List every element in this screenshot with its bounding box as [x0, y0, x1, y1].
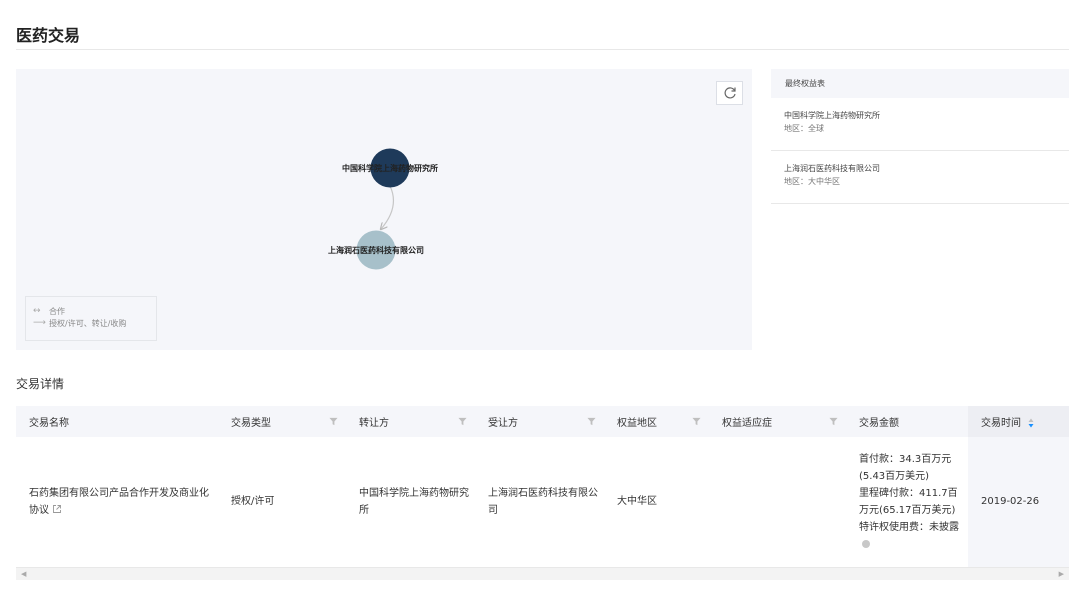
rights-item: 中国科学院上海药物研究所 地区：全球: [771, 98, 1069, 151]
title-divider: [16, 49, 1069, 50]
relationship-graph[interactable]: 中国科学院上海药物研究所 上海润石医药科技有限公司 ↔ 合作 ⟶ 授权/许可、转…: [16, 69, 752, 350]
rights-header: 最终权益表: [771, 69, 1069, 98]
table-header-row: 交易名称 交易类型 转让方 受让方 权益地区 权益适应症 交易金额 交易时间: [16, 406, 1069, 437]
column-header-region[interactable]: 权益地区: [604, 406, 709, 437]
filter-icon[interactable]: [458, 417, 467, 426]
column-header-transferee[interactable]: 受让方: [475, 406, 604, 437]
final-rights-panel: 最终权益表 中国科学院上海药物研究所 地区：全球 上海润石医药科技有限公司 地区…: [771, 69, 1069, 204]
scroll-right-arrow-icon[interactable]: ▶: [1059, 570, 1064, 578]
rights-item: 上海润石医药科技有限公司 地区：大中华区: [771, 151, 1069, 204]
cell-transferor: 中国科学院上海药物研究所: [346, 437, 475, 568]
external-link-icon[interactable]: [52, 504, 62, 514]
cell-amount: 首付款：34.3百万元(5.43百万美元) 里程碑付款：411.7百万元(65.…: [846, 437, 968, 568]
rights-region: 地区：大中华区: [784, 177, 840, 186]
milestone-payment: 里程碑付款：411.7百万元(65.17百万美元): [859, 487, 958, 516]
filter-icon[interactable]: [587, 417, 596, 426]
filter-icon[interactable]: [829, 417, 838, 426]
legend-item-license: ⟶ 授权/许可、转让/收购: [33, 317, 156, 329]
transfer-edge: [381, 185, 395, 229]
graph-legend: ↔ 合作 ⟶ 授权/许可、转让/收购: [25, 296, 157, 341]
column-header-transferor[interactable]: 转让方: [346, 406, 475, 437]
table-row: 石药集团有限公司产品合作开发及商业化协议 授权/许可 中国科学院上海药物研究所 …: [16, 437, 1069, 568]
sort-icon[interactable]: [1028, 418, 1034, 428]
cell-date: 2019-02-26: [968, 437, 1069, 568]
scroll-left-arrow-icon[interactable]: ◀: [21, 570, 26, 578]
cell-transferee: 上海润石医药科技有限公司: [475, 437, 604, 568]
royalty-payment: 特许权使用费：未披露: [859, 519, 962, 553]
column-header-indication[interactable]: 权益适应症: [709, 406, 846, 437]
cell-deal-type: 授权/许可: [218, 437, 346, 568]
column-header-type[interactable]: 交易类型: [218, 406, 346, 437]
column-header-amount: 交易金额: [846, 406, 968, 437]
upfront-payment: 首付款：34.3百万元(5.43百万美元): [859, 453, 952, 482]
legend-label: 授权/许可、转让/收购: [49, 318, 127, 328]
refresh-button[interactable]: [716, 81, 743, 105]
graph-node-label: 中国科学院上海药物研究所: [342, 163, 438, 173]
legend-label: 合作: [49, 306, 65, 316]
rights-holder-name: 上海润石医药科技有限公司: [784, 164, 880, 173]
page-title: 医药交易: [16, 26, 81, 45]
bidirectional-arrow-icon: ↔: [33, 306, 41, 316]
arrow-right-icon: ⟶: [33, 318, 46, 328]
column-header-name: 交易名称: [16, 406, 218, 437]
cell-deal-name[interactable]: 石药集团有限公司产品合作开发及商业化协议: [16, 437, 218, 568]
legend-item-cooperation: ↔ 合作: [33, 305, 156, 317]
filter-icon[interactable]: [329, 417, 338, 426]
filter-icon[interactable]: [692, 417, 701, 426]
rights-region: 地区：全球: [784, 124, 824, 133]
cell-region: 大中华区: [604, 437, 709, 568]
section-title: 交易详情: [16, 377, 65, 391]
refresh-icon: [724, 87, 736, 99]
horizontal-scrollbar[interactable]: ◀ ▶: [16, 568, 1069, 580]
column-header-date[interactable]: 交易时间: [968, 406, 1069, 437]
info-icon[interactable]: [862, 539, 870, 548]
graph-node-label: 上海润石医药科技有限公司: [328, 245, 424, 255]
deal-details-table: 交易名称 交易类型 转让方 受让方 权益地区 权益适应症 交易金额 交易时间 石…: [16, 406, 1069, 568]
rights-holder-name: 中国科学院上海药物研究所: [784, 111, 880, 120]
cell-indication: [709, 437, 846, 568]
